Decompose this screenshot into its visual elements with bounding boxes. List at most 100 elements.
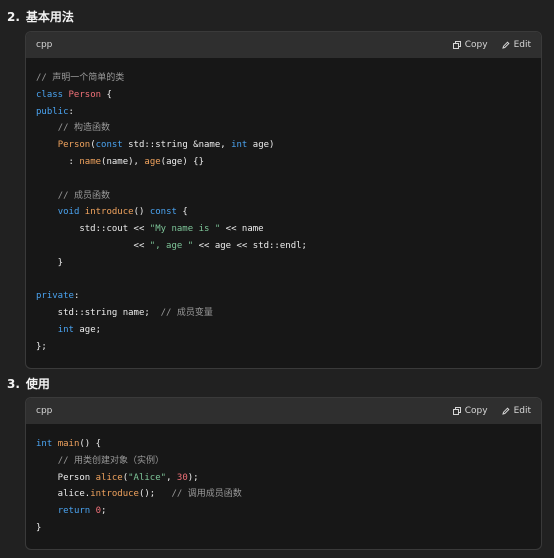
code-line: };: [36, 339, 531, 356]
code-token: int: [57, 324, 74, 335]
section-number: 2.: [7, 9, 20, 24]
edit-label: Edit: [513, 40, 531, 50]
code-line: << ", age " << age << std::endl;: [36, 238, 531, 255]
code-line: std::cout << "My name is " << name: [36, 221, 531, 238]
code-token: age): [247, 140, 275, 151]
code-token: alice: [95, 472, 123, 483]
code-token: introduce: [84, 207, 134, 218]
code-line: int main() {: [36, 436, 531, 453]
code-token: // 构造函数: [57, 123, 110, 134]
section-number: 3.: [7, 376, 20, 391]
code-token: std::cout <<: [36, 224, 150, 235]
code-token: return: [57, 506, 96, 517]
code-token: // 用类创建对象（实例）: [57, 455, 164, 466]
code-token: };: [36, 341, 47, 352]
code-block-header: cpp Copy Edit: [26, 398, 541, 424]
code-line: public:: [36, 104, 531, 121]
code-token: ", age ": [149, 240, 194, 251]
copy-icon: [452, 407, 461, 415]
code-line: }: [36, 255, 531, 272]
code-line: Person alice("Alice", 30);: [36, 470, 531, 487]
code-line: alice.introduce(); // 调用成员函数: [36, 486, 531, 503]
code-token: 30: [176, 472, 188, 483]
code-line: // 构造函数: [36, 120, 531, 137]
section-3-heading: 3. 使用: [7, 375, 50, 392]
code-content: // 声明一个简单的类 class Person {public: // 构造函数…: [26, 58, 541, 368]
code-line: }: [36, 520, 531, 537]
section-title: 使用: [25, 377, 50, 391]
copy-button[interactable]: Copy: [452, 40, 488, 50]
code-line: Person(const std::string &name, int age): [36, 137, 531, 154]
edit-button[interactable]: Edit: [501, 406, 531, 416]
code-block: cpp Copy Edit int main() { // 用类创建对象（实例）…: [25, 397, 542, 550]
code-line: : name(name), age(age) {}: [36, 154, 531, 171]
code-line: // 用类创建对象（实例）: [36, 453, 531, 470]
code-token: }: [36, 522, 42, 533]
code-token: ();: [138, 489, 172, 500]
code-token: "My name is ": [149, 224, 221, 235]
code-token: class: [36, 89, 69, 100]
code-token: << name: [220, 224, 264, 235]
section-2-heading: 2. 基本用法: [7, 8, 74, 25]
code-token: ,: [166, 472, 177, 483]
code-token: {: [176, 207, 188, 218]
code-line: void introduce() const {: [36, 204, 531, 221]
code-token: // 成员函数: [57, 190, 110, 201]
code-token: alice.: [36, 489, 91, 500]
code-token: );: [187, 472, 199, 483]
section-title: 基本用法: [25, 10, 74, 24]
copy-label: Copy: [464, 40, 488, 50]
code-token: private: [36, 291, 74, 302]
copy-icon: [452, 41, 461, 49]
edit-icon: [501, 407, 510, 415]
code-token: // 调用成员函数: [171, 489, 242, 500]
code-token: const: [149, 207, 177, 218]
code-content: int main() { // 用类创建对象（实例） Person alice(…: [26, 424, 541, 549]
edit-label: Edit: [513, 406, 531, 416]
code-actions: Copy Edit: [452, 40, 531, 50]
copy-button[interactable]: Copy: [452, 406, 488, 416]
code-token: ;: [101, 506, 107, 517]
code-token: <<: [36, 240, 150, 251]
code-token: :: [68, 106, 74, 117]
edit-icon: [501, 41, 510, 49]
code-token: (age) {}: [160, 156, 205, 167]
code-token: // 成员变量: [160, 308, 213, 319]
code-token: std::string &name,: [122, 140, 232, 151]
code-token: Person: [57, 140, 91, 151]
code-token: () {: [79, 439, 102, 449]
code-token: (name),: [101, 156, 145, 167]
code-token: main: [57, 439, 80, 449]
code-block-header: cpp Copy Edit: [26, 32, 541, 58]
code-token: Person: [36, 472, 96, 483]
code-token: introduce: [90, 489, 139, 500]
code-block: cpp Copy Edit // 声明一个简单的类 class Person {p…: [25, 31, 542, 369]
code-token: name: [79, 156, 102, 167]
code-token: public: [36, 106, 69, 117]
code-token: const: [95, 140, 123, 151]
code-token: Person: [68, 89, 102, 100]
code-actions: Copy Edit: [452, 406, 531, 416]
code-token: :: [36, 156, 80, 167]
code-token: void: [57, 207, 85, 218]
code-token: age: [144, 156, 161, 167]
language-label: cpp: [36, 40, 53, 50]
code-line: // 成员函数: [36, 188, 531, 205]
code-token: }: [36, 257, 64, 268]
language-label: cpp: [36, 406, 53, 416]
code-token: std::string name;: [36, 308, 161, 319]
code-line: class Person {: [36, 87, 531, 104]
code-token: // 声明一个简单的类: [36, 73, 125, 83]
code-token: int: [231, 140, 248, 151]
code-token: age;: [73, 324, 102, 335]
edit-button[interactable]: Edit: [501, 40, 531, 50]
